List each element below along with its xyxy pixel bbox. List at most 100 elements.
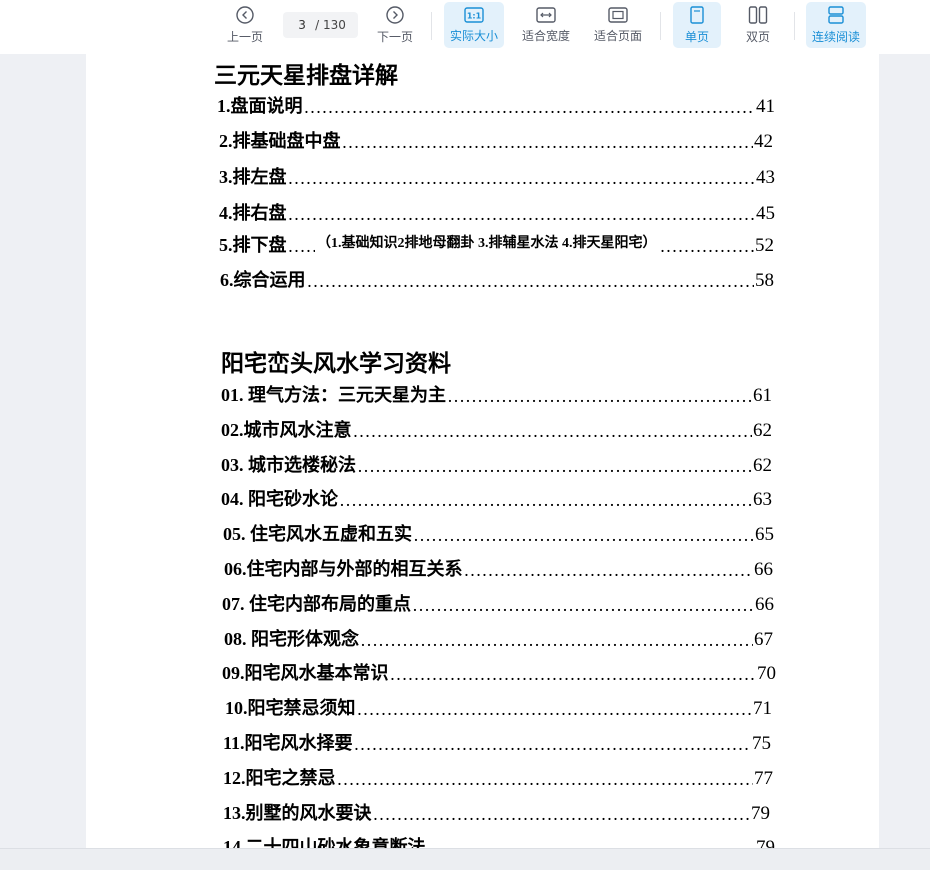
toc-leader-dots [337, 769, 754, 790]
toc-entry-title: 06.住宅内部与外部的相互关系 [224, 559, 463, 579]
fit-page-button[interactable]: 适合页面 [588, 2, 648, 48]
toc-entry-page: 52 [755, 235, 774, 256]
toc-entry-title: 3.排左盘 [219, 167, 287, 187]
continuous-reading-button[interactable]: 连续阅读 [806, 2, 866, 48]
toc-entry-page: 62 [753, 420, 772, 441]
toc-entry-title: 1.盘面说明 [217, 96, 303, 116]
current-page-input[interactable] [295, 18, 310, 32]
document-viewer[interactable]: 三元天星排盘详解 1.盘面说明412.排基础盘中盘423.排左盘434.排右盘4… [0, 54, 930, 848]
fit-width-icon [536, 6, 556, 23]
toc-entry[interactable]: 1.盘面说明 41 [217, 92, 775, 118]
toc-entry[interactable]: 05. 住宅风水五虚和五实 65 [223, 520, 774, 546]
toc-entry[interactable]: 04. 阳宅砂水论 63 [221, 485, 772, 511]
toc-entry[interactable]: 4.排右盘 45 [219, 199, 775, 225]
viewer-toolbar: 上一页 / 130 下一页 1:1 实际大小 适合宽度 适合页面 [0, 0, 930, 54]
toc-entry-page: 65 [755, 524, 774, 545]
toc-entry-title: 03. 城市选楼秘法 [221, 455, 356, 475]
actual-size-button[interactable]: 1:1 实际大小 [444, 2, 504, 48]
toc-entry[interactable]: 2.排基础盘中盘 42 [219, 127, 773, 153]
toc-entry[interactable]: 01. 理气方法：三元天星为主 61 [221, 381, 772, 407]
toc-entry-page: 66 [754, 559, 773, 580]
toc-entry-page: 75 [752, 733, 771, 754]
toc-leader-dots [412, 595, 754, 616]
toc-entry[interactable]: 02.城市风水注意 62 [221, 416, 772, 442]
toc-entry[interactable]: 11.阳宅风水择要 75 [223, 729, 771, 755]
toc-entry[interactable]: 09.阳宅风水基本常识 70 [222, 659, 776, 685]
toc-entry-page: 79 [756, 837, 775, 848]
toc-leader-dots [288, 204, 756, 225]
prev-page-button[interactable]: 上一页 [222, 2, 268, 48]
toc-entry[interactable]: 3.排左盘 43 [219, 163, 775, 189]
next-page-label: 下一页 [376, 29, 413, 44]
toc-entry-title: 08. 阳宅形体观念 [224, 629, 359, 649]
chevron-right-circle-icon [386, 5, 404, 24]
toc-entry[interactable]: 06.住宅内部与外部的相互关系 66 [224, 555, 773, 581]
toc-entry-page: 58 [755, 270, 774, 291]
toc-leader-dots [342, 132, 754, 153]
double-page-button[interactable]: 双页 [734, 2, 782, 48]
toc-leader-dots [307, 271, 755, 292]
continuous-scroll-icon [828, 5, 844, 24]
toc-entry-title: 5.排下盘 [219, 235, 287, 255]
single-page-icon [690, 5, 704, 24]
section-heading: 阳宅峦头风水学习资料 [221, 351, 451, 376]
svg-text:1:1: 1:1 [467, 11, 482, 20]
chevron-left-circle-icon [236, 5, 254, 24]
double-page-label: 双页 [745, 29, 770, 44]
next-page-button[interactable]: 下一页 [372, 2, 418, 48]
continuous-reading-label: 连续阅读 [811, 29, 860, 44]
toc-entry[interactable]: 03. 城市选楼秘法 62 [221, 451, 772, 477]
fit-width-label: 适合宽度 [521, 28, 570, 43]
actual-size-label: 实际大小 [449, 28, 498, 43]
toc-entry[interactable]: 07. 住宅内部布局的重点 66 [222, 590, 774, 616]
document-page: 三元天星排盘详解 1.盘面说明412.排基础盘中盘423.排左盘434.排右盘4… [86, 54, 879, 848]
toc-entry-page: 61 [753, 385, 772, 406]
toc-entry-title: 09.阳宅风水基本常识 [222, 663, 389, 683]
toc-leader-dots [360, 630, 753, 651]
toc-leader-dots [357, 456, 752, 477]
toc-entry-page: 41 [756, 96, 775, 117]
toc-entry[interactable]: 10.阳宅禁忌须知 71 [225, 694, 772, 720]
toc-entry[interactable]: 08. 阳宅形体观念 67 [224, 625, 773, 651]
toc-entry[interactable]: 13.别墅的风水要诀 79 [223, 799, 770, 825]
double-page-icon [748, 5, 768, 24]
toc-entry-title: 05. 住宅风水五虚和五实 [223, 524, 412, 544]
toc-entry[interactable]: 12.阳宅之禁忌 77 [223, 764, 773, 790]
toc-entry-title: 14.二十四山砂水象意断法 [223, 837, 426, 848]
toc-leader-dots [304, 97, 756, 118]
total-pages: / 130 [315, 18, 346, 32]
section-heading: 三元天星排盘详解 [214, 63, 398, 88]
toc-leader-dots [354, 734, 751, 755]
toc-entry-page: 45 [756, 203, 775, 224]
toc-leader-dots [357, 699, 753, 720]
toc-entry-title: 13.别墅的风水要诀 [223, 803, 372, 823]
toc-leader-dots [288, 168, 756, 189]
single-page-label: 单页 [684, 29, 709, 44]
toc-entry-title: 12.阳宅之禁忌 [223, 768, 336, 788]
toc-entry-title: 6.综合运用 [220, 270, 306, 290]
single-page-button[interactable]: 单页 [673, 2, 721, 48]
toolbar-divider [660, 12, 661, 40]
toc-entry[interactable]: 14.二十四山砂水象意断法 79 [223, 833, 775, 848]
toc-entry-page: 66 [755, 594, 774, 615]
toc-leader-dots [413, 525, 754, 546]
toc-leader-dots [353, 421, 753, 442]
toc-entry-page: 42 [754, 131, 773, 152]
toc-entry-title: 01. 理气方法：三元天星为主 [221, 385, 446, 405]
toc-entry-title: 04. 阳宅砂水论 [221, 489, 338, 509]
page-indicator: / 130 [283, 12, 358, 38]
toc-entry-title: 4.排右盘 [219, 203, 287, 223]
status-bar [0, 848, 930, 870]
toc-entry[interactable]: 6.综合运用 58 [220, 266, 774, 292]
fit-page-label: 适合页面 [593, 28, 642, 43]
toc-leader-dots [447, 386, 752, 407]
toc-leader-dots [339, 490, 752, 511]
fit-width-button[interactable]: 适合宽度 [516, 2, 576, 48]
toc-entry-page: 77 [754, 768, 773, 789]
fit-page-icon [608, 6, 628, 23]
toc-entry-page: 70 [757, 663, 776, 684]
toc-entry-page: 67 [754, 629, 773, 650]
toc-entry-page: 79 [751, 803, 770, 824]
toc-leader-dots [390, 664, 757, 685]
toc-entry-page: 71 [753, 698, 772, 719]
